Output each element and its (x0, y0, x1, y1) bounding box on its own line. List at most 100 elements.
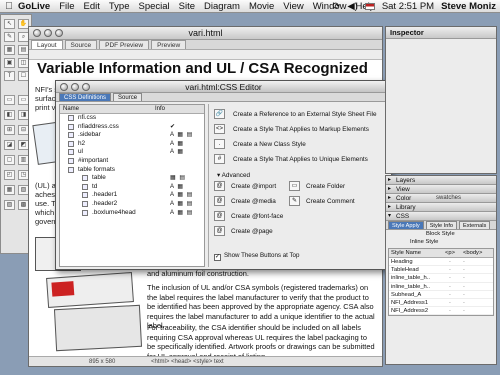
menu-site[interactable]: Site (179, 1, 195, 12)
document-titlebar[interactable]: vari.html (29, 27, 382, 40)
menu-app-golive[interactable]: GoLive (18, 1, 50, 12)
object-c-icon[interactable]: ◧ (4, 110, 15, 120)
tab-externals[interactable]: Externals (459, 221, 491, 229)
tab-layout[interactable]: Layout (31, 40, 63, 49)
volume-icon[interactable]: ◀) (347, 1, 357, 12)
style-row[interactable]: TableHead · · (389, 266, 493, 275)
object-g-icon[interactable]: ◪ (4, 140, 15, 150)
object-i-icon[interactable]: ▢ (4, 155, 15, 165)
apply-body-toggle[interactable]: · (457, 307, 471, 314)
object-e-icon[interactable]: ⊞ (4, 125, 15, 135)
create-class-style-button[interactable]: . Create a New Class Style (214, 138, 389, 153)
action-label: Create a Style That Applies to Unique El… (233, 156, 368, 163)
apply-body-toggle[interactable]: · (457, 291, 471, 298)
menu-view[interactable]: View (283, 1, 303, 12)
image-object-icon[interactable]: ▣ (4, 58, 15, 68)
layout-grid-icon[interactable]: ▦ (4, 45, 15, 55)
column-info[interactable]: Info (155, 105, 165, 113)
column-name[interactable]: Name (63, 105, 155, 113)
tab-css-source[interactable]: Source (113, 93, 143, 101)
sync-icon[interactable]: ⟳ (332, 1, 340, 12)
css-tree-row[interactable]: #important (60, 157, 204, 166)
style-row[interactable]: Heading · · (389, 258, 493, 267)
tab-source[interactable]: Source (64, 40, 98, 49)
menu-movie[interactable]: Movie (249, 1, 274, 12)
style-row[interactable]: inline_table_h.. · · (389, 283, 493, 291)
menu-edit[interactable]: Edit (84, 1, 100, 12)
apple-menu-icon[interactable]:  (0, 1, 18, 12)
css-tree-row[interactable]: ul A ▦ (60, 148, 204, 157)
css-tree-row[interactable]: .boxlume4head A ▦ ▤ (60, 209, 204, 218)
eyedropper-tool-icon[interactable]: ✎ (4, 32, 15, 42)
flag-icon[interactable] (364, 3, 375, 10)
css-tree-row[interactable]: td A ▦ (60, 183, 204, 192)
create-markup-style-button[interactable]: <> Create a Style That Applies to Markup… (214, 123, 389, 138)
menu-file[interactable]: File (59, 1, 74, 12)
menu-special[interactable]: Special (139, 1, 170, 12)
user-menu[interactable]: Steve Moniz (441, 1, 496, 12)
css-tree-row[interactable]: table formats (60, 166, 204, 175)
apply-body-toggle[interactable]: · (457, 283, 471, 290)
css-panel-header[interactable]: CSS (386, 212, 496, 221)
apply-p-toggle[interactable]: · (443, 258, 457, 265)
css-editor-titlebar[interactable]: vari.html:CSS Editor (56, 81, 391, 93)
menu-diagram[interactable]: Diagram (204, 1, 240, 12)
advanced-disclosure[interactable]: ▾ Advanced (214, 171, 389, 181)
css-tree-row[interactable]: .header1 A ▦ ▤ (60, 191, 204, 200)
apply-body-toggle[interactable]: · (457, 258, 471, 265)
label-sample-image[interactable] (53, 304, 143, 352)
menu-type[interactable]: Type (109, 1, 130, 12)
tab-style-apply[interactable]: Style Apply (388, 221, 424, 229)
apply-p-toggle[interactable]: · (443, 266, 457, 273)
css-tree-row[interactable]: .sidebar A ▦ ▤ (60, 131, 204, 140)
tab-css-definitions[interactable]: CSS Definitions (59, 93, 112, 101)
clock[interactable]: Sat 2:51 PM (382, 1, 434, 12)
css-tree-row[interactable]: nfi.css (60, 114, 204, 123)
style-icon (68, 157, 74, 164)
apply-p-toggle[interactable]: · (443, 299, 457, 306)
column-style-name[interactable]: Style Name (389, 249, 443, 257)
apply-p-toggle[interactable]: · (443, 307, 457, 314)
id-icon: # (214, 154, 225, 164)
window-size[interactable]: 895 x 580 (89, 357, 115, 366)
show-buttons-at-top-checkbox[interactable]: ✓ Show These Buttons at Top (214, 252, 299, 261)
tab-pdf-preview[interactable]: PDF Preview (99, 40, 150, 49)
object-k-icon[interactable]: ◰ (4, 170, 15, 180)
text-object-icon[interactable]: T (4, 71, 15, 81)
swatches-tab[interactable]: swatches (436, 194, 461, 203)
column-p[interactable]: <p> (443, 249, 461, 257)
object-a-icon[interactable]: ▭ (4, 95, 15, 105)
css-tree-row-info: A ▦ ▤ (170, 200, 194, 207)
apply-body-toggle[interactable]: · (457, 274, 471, 281)
inspector-title[interactable]: Inspector (386, 27, 496, 39)
create-external-ref-button[interactable]: 🔗 Create a Reference to an External Styl… (214, 108, 389, 123)
style-row[interactable]: NFI_Address1 · · (389, 299, 493, 308)
css-tree-row[interactable]: table ▦ ▤ (60, 174, 204, 183)
style-icon (68, 140, 74, 147)
apply-p-toggle[interactable]: · (443, 291, 457, 298)
tab-style-info[interactable]: Style Info (425, 221, 458, 229)
view-panel-header[interactable]: View (386, 185, 496, 194)
style-row[interactable]: Subhead_A · · (389, 291, 493, 299)
css-tree-row[interactable]: h2 A ▦ (60, 140, 204, 149)
object-o-icon[interactable]: ▨ (4, 200, 15, 210)
column-body[interactable]: <body> (461, 249, 482, 257)
style-row[interactable]: inline_table_h.. · · (389, 274, 493, 283)
layers-panel-header[interactable]: Layers (386, 176, 496, 185)
apply-p-toggle[interactable]: · (443, 283, 457, 290)
create-id-style-button[interactable]: # Create a Style That Applies to Unique … (214, 153, 389, 168)
markup-tree[interactable]: <html> <head> <style> text (151, 357, 224, 366)
style-row[interactable]: NFI_Address2 · · (389, 307, 493, 316)
css-tree-row[interactable]: nfiaddress.css ✔ (60, 123, 204, 132)
apply-body-toggle[interactable]: · (457, 299, 471, 306)
pointer-tool-icon[interactable]: ↖ (4, 19, 15, 29)
css-tree-row[interactable]: .header2 A ▦ ▤ (60, 200, 204, 209)
splitter[interactable] (208, 104, 209, 267)
color-panel-header[interactable]: Color swatches (386, 194, 496, 203)
library-panel-header[interactable]: Library (386, 203, 496, 212)
apply-body-toggle[interactable]: · (457, 266, 471, 273)
label-sample-image[interactable] (46, 272, 134, 308)
apply-p-toggle[interactable]: · (443, 274, 457, 281)
tab-preview[interactable]: Preview (151, 40, 187, 49)
object-m-icon[interactable]: ▦ (4, 185, 15, 195)
